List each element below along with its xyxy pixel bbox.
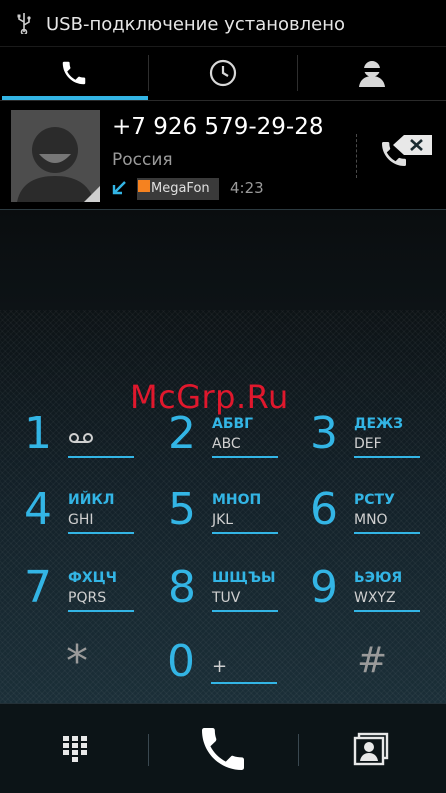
quick-contact-badge — [84, 186, 100, 202]
key-0[interactable]: 0 — [167, 636, 195, 687]
call-button[interactable] — [160, 718, 286, 780]
key-9[interactable]: 9 ЬЭЮЯ WXYZ — [310, 562, 446, 640]
key-underline — [212, 532, 278, 534]
key-digit: 8 — [168, 562, 196, 613]
operator-badge: MegaFon — [137, 178, 219, 200]
key-letters-ru: ДЕЖЗ — [354, 416, 404, 432]
usb-icon — [17, 13, 31, 34]
tab-recent[interactable] — [149, 47, 297, 99]
key-letters-ru: ФХЦЧ — [68, 570, 117, 586]
key-1[interactable]: 1 — [24, 408, 164, 486]
bottom-divider — [298, 734, 299, 766]
key-underline — [212, 610, 278, 612]
backspace-button[interactable] — [392, 134, 434, 156]
key-letters-ru: ИЙКЛ — [68, 492, 115, 508]
key-digit: 1 — [24, 408, 52, 459]
tab-bar — [0, 46, 446, 102]
key-underline — [354, 610, 420, 612]
key-hash[interactable]: # — [357, 640, 387, 681]
key-underline — [354, 456, 420, 458]
status-bar: USB-подключение установлено — [0, 0, 446, 46]
key-letters-lat: DEF — [354, 436, 382, 452]
key-6[interactable]: 6 РСТУ MNO — [310, 484, 446, 562]
key-letters-lat: JKL — [212, 512, 234, 528]
key-5[interactable]: 5 МНОП JKL — [168, 484, 308, 562]
operator-name: MegaFon — [151, 181, 210, 196]
key-7[interactable]: 7 ФХЦЧ PQRS — [24, 562, 164, 640]
contact-card-icon — [353, 732, 389, 766]
operator-flag-icon — [138, 180, 150, 192]
key-digit: 5 — [168, 484, 196, 535]
avatar[interactable] — [11, 110, 100, 202]
tab-contacts[interactable] — [298, 47, 446, 99]
key-0-plus: + — [212, 656, 228, 677]
bottom-divider — [148, 734, 149, 766]
key-letters-lat: PQRS — [68, 590, 107, 606]
bottom-action-bar — [0, 703, 446, 793]
key-letters-lat: TUV — [212, 590, 241, 606]
phone-icon — [62, 61, 86, 85]
key-letters-lat: MNO — [354, 512, 388, 528]
key-letters-lat: WXYZ — [354, 590, 396, 606]
key-letters-ru: МНОП — [212, 492, 262, 508]
key-letters-lat: ABC — [212, 436, 241, 452]
key-digit: 6 — [310, 484, 338, 535]
backspace-icon — [393, 135, 432, 155]
key-3[interactable]: 3 ДЕЖЗ DEF — [310, 408, 446, 486]
tab-phone[interactable] — [0, 47, 148, 99]
key-2[interactable]: 2 АБВГ ABC — [168, 408, 308, 486]
key-letters-ru: ЬЭЮЯ — [354, 570, 403, 586]
call-number: +7 926 579-29-28 — [112, 114, 324, 140]
key-digit: 9 — [310, 562, 338, 613]
key-star[interactable]: * — [66, 636, 88, 687]
call-country: Россия — [112, 150, 173, 170]
key-digit: 4 — [24, 484, 52, 535]
key-underline — [354, 532, 420, 534]
call-duration: 4:23 — [230, 179, 264, 197]
key-letters-ru: АБВГ — [212, 416, 254, 432]
key-underline — [68, 610, 134, 612]
key-underline — [212, 456, 278, 458]
key-digit: 7 — [24, 562, 52, 613]
voicemail-icon — [69, 433, 93, 443]
person-icon — [359, 61, 385, 87]
key-underline — [211, 682, 277, 684]
key-letters-ru: РСТУ — [354, 492, 395, 508]
incoming-call-arrow-icon — [112, 181, 126, 195]
key-4[interactable]: 4 ИЙКЛ GHI — [24, 484, 164, 562]
dialpad-toggle-button[interactable] — [40, 718, 110, 780]
call-icon — [202, 728, 244, 770]
clock-icon — [209, 59, 237, 87]
key-8[interactable]: 8 ШЩЪЫ TUV — [168, 562, 308, 640]
call-entry-divider — [356, 134, 357, 178]
tab-underline — [0, 100, 446, 101]
key-letters-lat: GHI — [68, 512, 94, 528]
key-underline — [68, 532, 134, 534]
usb-status-text: USB-подключение установлено — [46, 14, 345, 35]
digits-input[interactable] — [0, 210, 446, 250]
key-underline — [68, 456, 134, 458]
key-digit: 3 — [310, 408, 338, 459]
dialpad-icon — [63, 736, 87, 762]
key-letters-ru: ШЩЪЫ — [212, 570, 276, 586]
watermark: McGrp.Ru — [130, 378, 289, 416]
add-contact-button[interactable] — [336, 718, 406, 780]
